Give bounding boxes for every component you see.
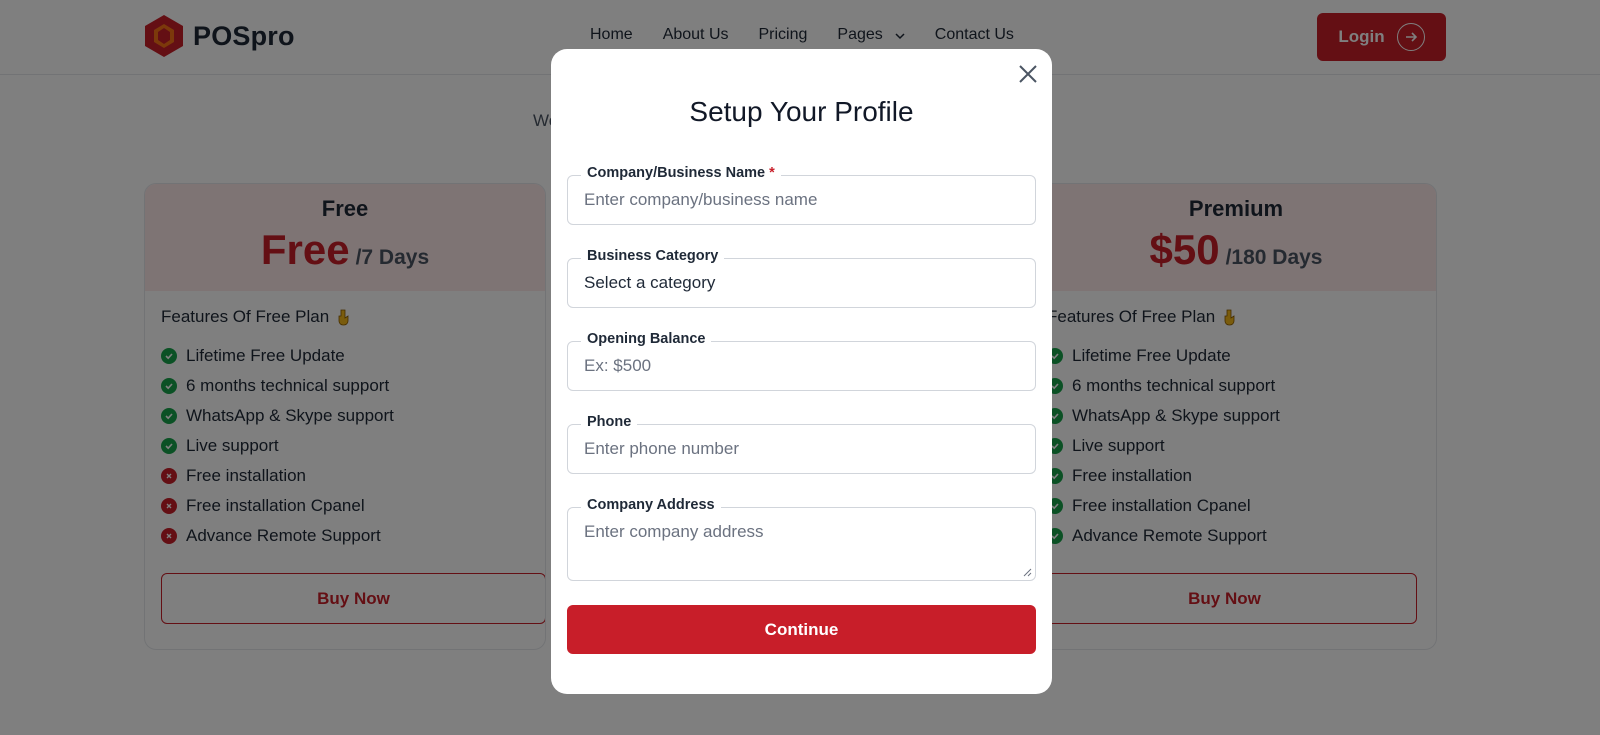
phone-label: Phone [581, 414, 638, 430]
close-icon[interactable] [1017, 63, 1039, 85]
opening-balance-placeholder: Ex: $500 [584, 356, 652, 375]
opening-balance-input[interactable]: Ex: $500 [567, 341, 1036, 391]
company-name-input[interactable]: Enter company/business name [567, 175, 1036, 225]
business-category-value: Select a category [584, 273, 716, 292]
setup-profile-modal: Setup Your Profile Enter company/busines… [551, 49, 1052, 694]
required-mark: * [769, 165, 775, 181]
continue-button[interactable]: Continue [567, 605, 1036, 654]
company-address-textarea[interactable]: Enter company address [567, 507, 1036, 581]
phone-placeholder: Enter phone number [584, 439, 739, 458]
opening-balance-field: Ex: $500 Opening Balance [567, 331, 1036, 391]
phone-field: Enter phone number Phone [567, 414, 1036, 474]
business-category-field: Select a category Business Category [567, 248, 1036, 308]
company-name-placeholder: Enter company/business name [584, 190, 818, 209]
company-address-label: Company Address [581, 497, 721, 513]
company-name-label-text: Company/Business Name [587, 165, 766, 181]
opening-balance-label: Opening Balance [581, 331, 712, 347]
company-name-label: Company/Business Name * [581, 165, 781, 181]
company-address-field: Enter company address Company Address [567, 497, 1036, 581]
business-category-select[interactable]: Select a category [567, 258, 1036, 308]
business-category-label: Business Category [581, 248, 725, 264]
resize-handle-icon[interactable] [1022, 567, 1032, 577]
phone-input[interactable]: Enter phone number [567, 424, 1036, 474]
modal-title: Setup Your Profile [689, 96, 914, 127]
company-name-field: Enter company/business name Company/Busi… [567, 165, 1036, 225]
company-address-placeholder: Enter company address [584, 522, 764, 541]
